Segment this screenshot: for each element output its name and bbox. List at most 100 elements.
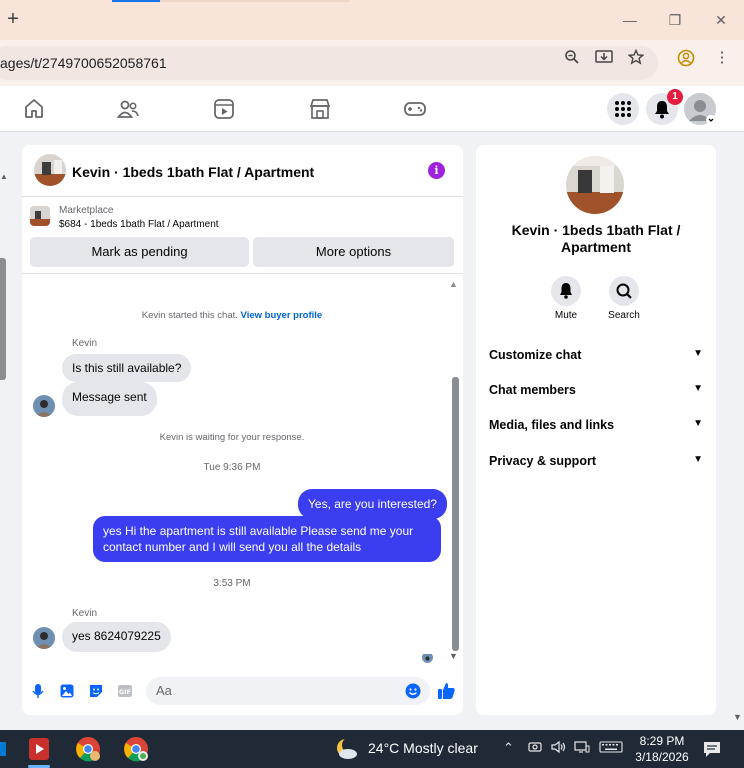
thumbs-up-icon[interactable]	[436, 681, 456, 701]
message-scrollbar[interactable]	[452, 281, 459, 651]
keyboard-icon[interactable]	[599, 740, 623, 757]
chat-started-notice: Kevin started this chat. View buyer prof…	[22, 310, 442, 321]
view-buyer-profile-link[interactable]: View buyer profile	[241, 310, 323, 321]
clock-date: 3/18/2026	[635, 750, 689, 764]
windows-taskbar: 24°C Mostly clear ⌃ 8:29 PM 3/18/2026	[0, 730, 744, 768]
marketplace-label: Marketplace	[59, 205, 114, 216]
search-icon	[616, 283, 632, 299]
menu-grid-button[interactable]	[607, 93, 639, 125]
video-icon[interactable]	[212, 97, 236, 121]
kevin-avatar[interactable]	[33, 395, 55, 417]
browser-menu-icon[interactable]: ⋮	[713, 49, 731, 67]
mark-as-pending-button[interactable]: Mark as pending	[30, 237, 249, 267]
contact-avatar[interactable]	[566, 156, 624, 214]
close-icon[interactable]: ✕	[711, 10, 731, 30]
section-label: Customize chat	[489, 348, 582, 362]
browser-titlebar: + — ❐ ✕	[0, 0, 744, 40]
outgoing-message[interactable]: Yes, are you interested?	[298, 489, 447, 519]
marketplace-listing-bar: Marketplace $684 - 1beds 1bath Flat / Ap…	[22, 198, 463, 274]
section-label: Privacy & support	[489, 454, 596, 468]
chat-avatar[interactable]	[34, 154, 66, 186]
clock-time: 8:29 PM	[639, 734, 685, 748]
chat-title[interactable]: Kevin · 1beds 1bath Flat / Apartment	[72, 164, 314, 180]
privacy-support-section[interactable]: Privacy & support ▼	[489, 454, 703, 474]
seen-indicator-avatar	[422, 652, 433, 663]
taskbar-app-partial[interactable]	[0, 734, 8, 764]
chevron-down-icon: ▼	[693, 383, 703, 394]
message-list[interactable]: Kevin started this chat. View buyer prof…	[22, 275, 463, 665]
listing-title[interactable]: $684 - 1beds 1bath Flat / Apartment	[59, 219, 219, 230]
bookmark-star-icon[interactable]	[627, 48, 645, 67]
microphone-icon[interactable]	[30, 683, 46, 699]
minimize-icon[interactable]: —	[620, 10, 640, 30]
media-files-links-section[interactable]: Media, files and links ▼	[489, 418, 703, 438]
user-silhouette-icon	[684, 93, 716, 125]
zoom-icon[interactable]	[563, 49, 581, 67]
chrome-app-icon[interactable]	[73, 734, 103, 764]
chevron-down-icon: ▼	[693, 418, 703, 429]
new-tab-button[interactable]: +	[4, 8, 22, 30]
gif-icon[interactable]: GIF	[117, 683, 133, 699]
chat-started-text: Kevin started this chat.	[141, 310, 238, 321]
scroll-down-arrow-icon[interactable]: ▼	[449, 651, 458, 661]
media-player-app-icon[interactable]	[24, 734, 54, 764]
volume-icon[interactable]	[551, 740, 567, 757]
install-app-icon[interactable]	[595, 49, 613, 67]
incoming-message[interactable]: Is this still available?	[62, 354, 192, 382]
message-composer: GIF	[22, 673, 463, 713]
chevron-up-icon[interactable]: ⌃	[503, 740, 514, 756]
facebook-top-nav	[0, 86, 744, 132]
search-label: Search	[608, 310, 640, 321]
emoji-icon[interactable]	[405, 683, 421, 699]
message-input[interactable]	[156, 683, 396, 698]
info-icon[interactable]: i	[428, 162, 445, 179]
account-avatar[interactable]	[684, 93, 716, 125]
chat-panel: Kevin · 1beds 1bath Flat / Apartment i M…	[22, 145, 463, 715]
mute-button[interactable]	[551, 276, 581, 306]
sticker-icon[interactable]	[88, 683, 104, 699]
outgoing-message[interactable]: yes Hi the apartment is still available …	[93, 516, 441, 562]
left-scroll-arrow-icon[interactable]: ▲	[0, 172, 8, 181]
url-text[interactable]: ages/t/2749700652058761	[0, 55, 167, 71]
browser-toolbar: ages/t/2749700652058761 ⋮	[0, 40, 744, 86]
chat-members-section[interactable]: Chat members ▼	[489, 383, 703, 403]
home-icon[interactable]	[22, 97, 46, 121]
more-options-button[interactable]: More options	[253, 237, 454, 267]
chevron-down-icon: ▼	[693, 348, 703, 359]
left-scrollbar[interactable]	[0, 258, 6, 380]
weather-text[interactable]: 24°C Mostly clear	[368, 740, 478, 756]
notification-badge: 1	[667, 89, 683, 105]
timestamp: Tue 9:36 PM	[203, 462, 261, 473]
active-tab-indicator	[112, 0, 160, 2]
sender-name: Kevin	[72, 608, 98, 619]
page-scroll-down-icon[interactable]: ▼	[733, 712, 742, 722]
conversation-info-panel: Kevin · 1beds 1bath Flat / Apartment Mut…	[476, 145, 716, 715]
message-input-box[interactable]	[146, 677, 430, 705]
incoming-message[interactable]: yes 8624079225	[62, 622, 171, 652]
section-label: Media, files and links	[489, 418, 615, 432]
chrome-profile-app-icon[interactable]	[121, 734, 151, 764]
sender-name: Kevin	[72, 338, 98, 349]
listing-thumbnail[interactable]	[30, 206, 50, 226]
restore-icon[interactable]: ❐	[665, 10, 685, 30]
page-scrollbar[interactable]	[731, 132, 744, 730]
photo-icon[interactable]	[59, 683, 75, 699]
svg-text:GIF: GIF	[119, 688, 131, 696]
friends-icon[interactable]	[116, 97, 140, 121]
gaming-icon[interactable]	[403, 97, 427, 121]
customize-chat-section[interactable]: Customize chat ▼	[489, 348, 703, 368]
search-button[interactable]	[609, 276, 639, 306]
incoming-message[interactable]: Message sent	[62, 382, 157, 416]
contact-name: Kevin · 1beds 1bath Flat / Apartment	[511, 222, 681, 255]
chevron-down-icon: ▼	[693, 454, 703, 465]
camera-icon[interactable]	[528, 740, 542, 757]
marketplace-icon[interactable]	[308, 97, 332, 121]
address-bar[interactable]: ages/t/2749700652058761	[0, 46, 658, 80]
notification-center-icon[interactable]	[702, 739, 722, 759]
weather-moon-icon[interactable]	[334, 736, 360, 762]
network-icon[interactable]	[574, 740, 590, 757]
scrollbar-thumb[interactable]	[452, 377, 459, 651]
system-clock[interactable]: 8:29 PM 3/18/2026	[632, 733, 692, 765]
kevin-avatar[interactable]	[33, 627, 55, 649]
profile-icon[interactable]	[677, 49, 695, 67]
